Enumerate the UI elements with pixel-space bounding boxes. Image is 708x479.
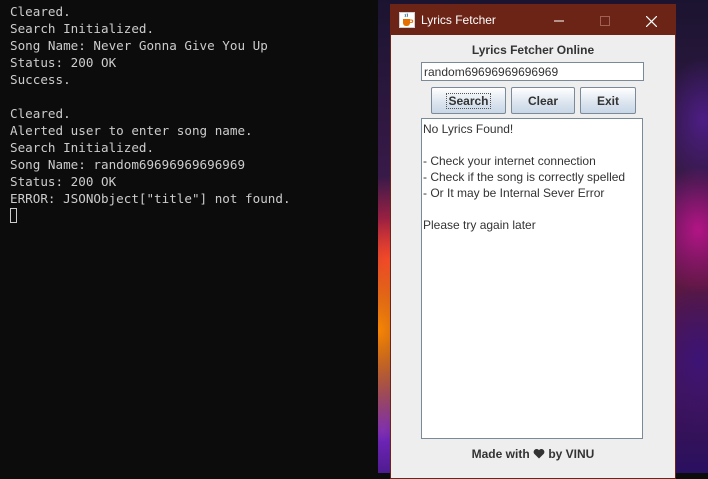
lyrics-line: - Or It may be Internal Sever Error (423, 186, 605, 200)
lyrics-line (423, 137, 642, 153)
terminal-line: Alerted user to enter song name. (10, 123, 253, 138)
window-title: Lyrics Fetcher (421, 13, 496, 27)
footer-prefix: Made with (471, 447, 530, 461)
lyrics-line: - Check your internet connection (423, 154, 596, 168)
footer-suffix: by VINU (548, 447, 595, 461)
clear-button[interactable]: Clear (511, 87, 575, 114)
terminal-line: Search Initialized. (10, 21, 155, 36)
footer-credit: Made with by VINU (391, 447, 675, 461)
title-bar[interactable]: Lyrics Fetcher (391, 5, 675, 35)
terminal-line: Song Name: Never Gonna Give You Up (10, 38, 268, 53)
java-cup-icon (399, 12, 415, 28)
app-heading: Lyrics Fetcher Online (471, 43, 595, 57)
terminal-output: Cleared. Search Initialized. Song Name: … (10, 3, 291, 223)
terminal-panel[interactable]: Cleared. Search Initialized. Song Name: … (0, 0, 378, 473)
terminal-line: Search Initialized. (10, 140, 155, 155)
song-name-input[interactable] (421, 62, 644, 81)
lyrics-text-area[interactable]: No Lyrics Found! - Check your internet c… (421, 118, 643, 439)
exit-button-label: Exit (596, 93, 619, 108)
search-button-label: Search (446, 92, 491, 109)
terminal-line: Success. (10, 72, 71, 87)
maximize-icon (600, 16, 610, 27)
minimize-button[interactable] (536, 5, 582, 35)
search-button[interactable]: Search (431, 87, 506, 114)
lyrics-line: Please try again later (423, 218, 536, 232)
terminal-line: Song Name: random69696969696969 (10, 157, 246, 172)
close-button[interactable] (628, 5, 674, 35)
terminal-line: Cleared. (10, 4, 71, 19)
lyrics-line: No Lyrics Found! (423, 122, 514, 136)
lyrics-line (423, 201, 642, 217)
maximize-button[interactable] (582, 5, 628, 35)
terminal-line: Status: 200 OK (10, 174, 117, 189)
close-icon (645, 15, 657, 28)
exit-button[interactable]: Exit (580, 87, 636, 114)
terminal-line: ERROR: JSONObject["title"] not found. (10, 191, 291, 206)
clear-button-label: Clear (527, 93, 559, 108)
heart-icon (533, 449, 545, 459)
terminal-line: Cleared. (10, 106, 71, 121)
terminal-line: Status: 200 OK (10, 55, 117, 70)
minimize-icon (554, 20, 564, 22)
terminal-cursor (10, 208, 17, 223)
lyrics-line: - Check if the song is correctly spelled (423, 170, 626, 184)
lyrics-fetcher-window: Lyrics Fetcher Lyrics Fetcher Online Sea… (390, 4, 676, 479)
